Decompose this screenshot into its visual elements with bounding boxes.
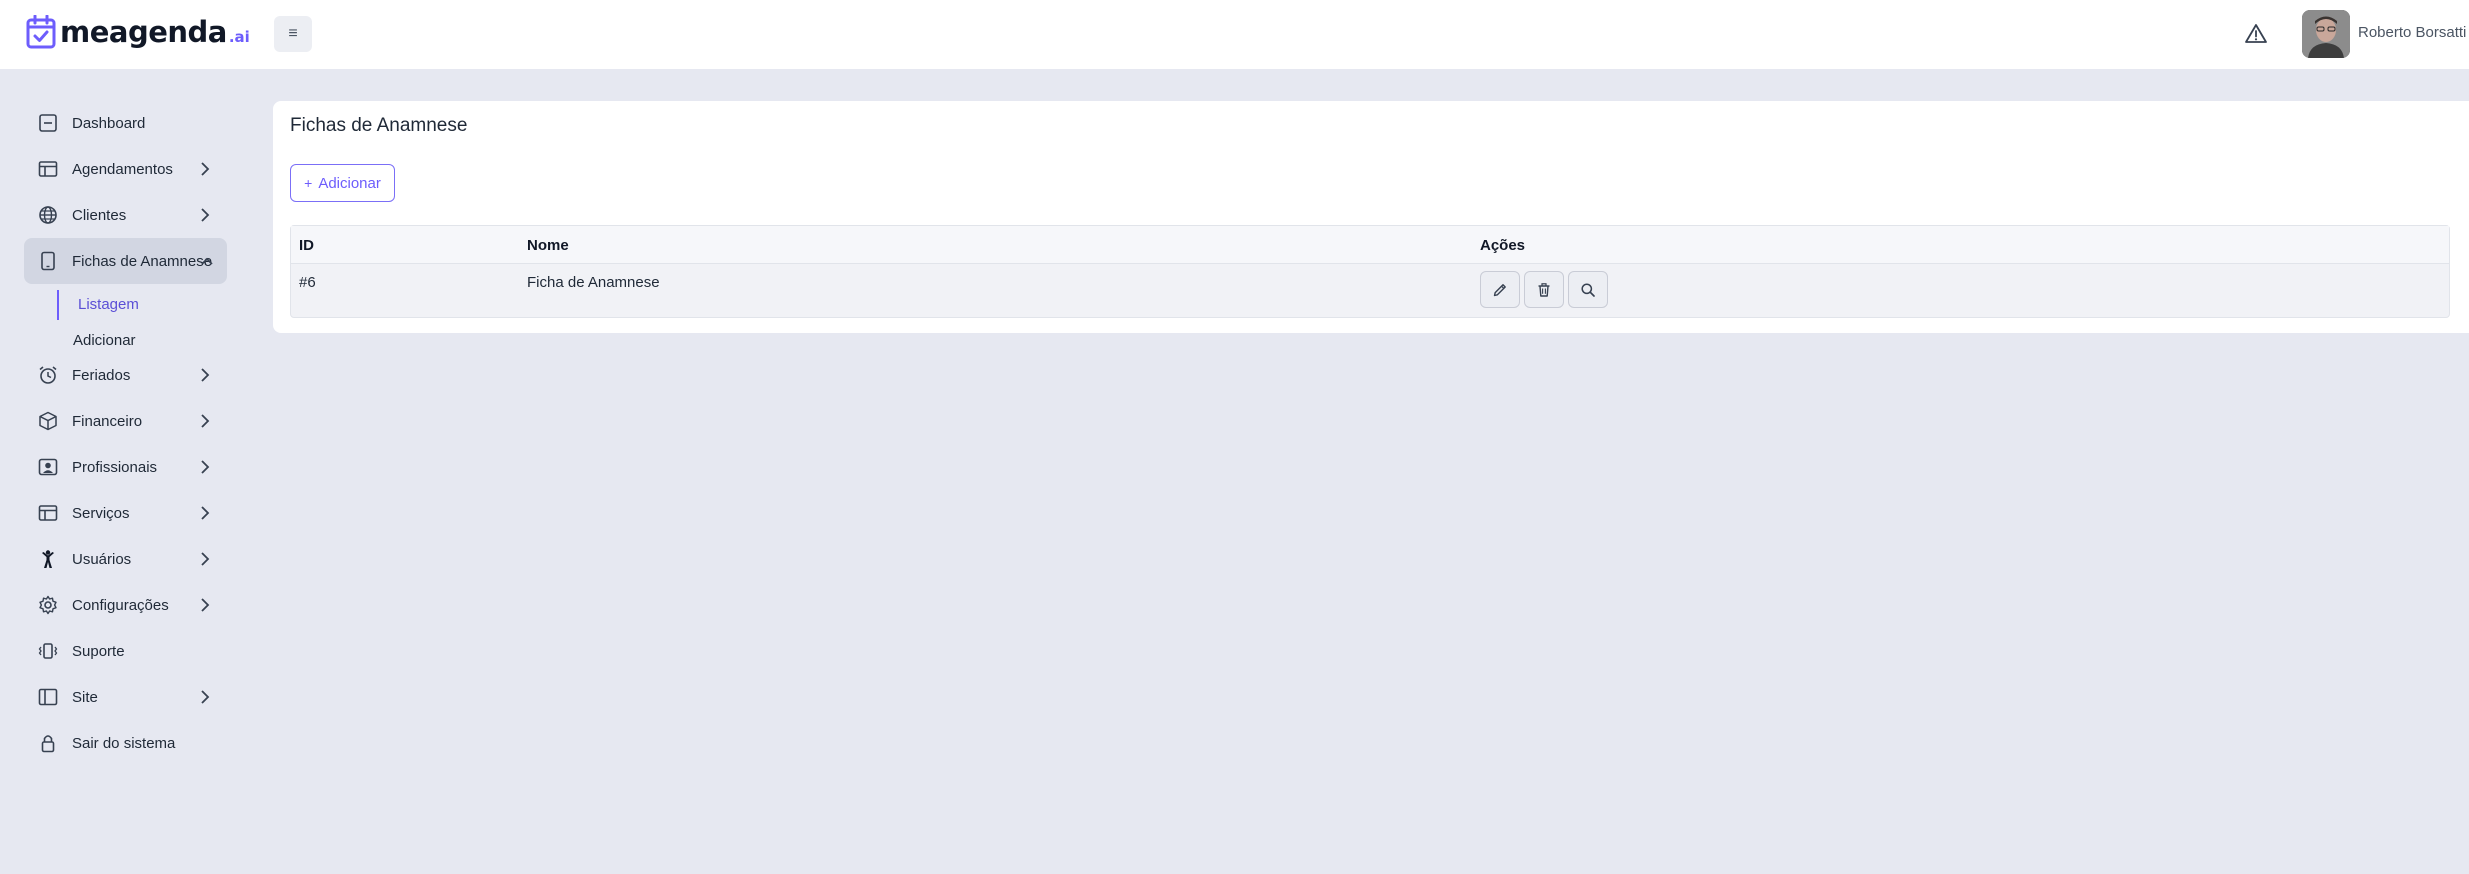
sidebar-item-financeiro[interactable]: Financeiro [24,398,227,444]
tablet-icon [41,251,55,271]
sidebar-item-fichas-de-anamnese[interactable]: Fichas de Anamnese [24,238,227,284]
calendar-check-icon [26,15,56,49]
table-icon [38,161,58,177]
chevron-right-icon [201,414,210,428]
sidebar-item-feriados[interactable]: Feriados [24,352,227,398]
sidebar-item-servicos[interactable]: Serviços [24,490,227,536]
person-icon [42,550,54,568]
user-name[interactable]: Roberto Borsatti [2358,24,2466,41]
logo[interactable]: meagenda .ai [26,12,250,52]
chevron-right-icon [201,208,210,222]
data-table: ID Nome Ações #6 Ficha de Anamnese [290,225,2450,318]
chevron-right-icon [201,460,210,474]
sidebar-item-profissionais[interactable]: Profissionais [24,444,227,490]
sidebar-item-usuarios[interactable]: Usuários [24,536,227,582]
top-header: meagenda .ai ≡ Roberto Borsatti [0,0,2469,69]
search-icon [1581,282,1595,297]
add-button-label: Adicionar [318,174,381,192]
sidebar-item-sair[interactable]: Sair do sistema [24,720,227,766]
sidebar-item-dashboard[interactable]: Dashboard [24,100,227,146]
sidebar-item-label: Usuários [72,550,132,568]
vibrate-phone-icon [38,643,58,659]
sidebar-item-label: Serviços [72,504,130,522]
page-title: Fichas de Anamnese [290,115,468,136]
table-icon [38,505,58,521]
sidebar-item-suporte[interactable]: Suporte [24,628,227,674]
plus-icon: + [304,175,313,191]
chevron-right-icon [201,506,210,520]
view-button[interactable] [1568,271,1608,308]
chevron-right-icon [201,690,210,704]
row-nome: Ficha de Anamnese [527,274,660,291]
sidebar-item-label: Agendamentos [72,160,173,178]
column-header-acoes: Ações [1480,237,1526,254]
sidebar-item-clientes[interactable]: Clientes [24,192,227,238]
add-button[interactable]: + Adicionar [290,164,395,202]
chevron-right-icon [201,598,210,612]
person-card-icon [38,458,58,476]
submenu-fichas: Listagem Adicionar [24,284,227,352]
warning-icon[interactable] [2244,22,2268,46]
column-header-id[interactable]: ID [299,237,314,254]
main-card: Fichas de Anamnese + Adicionar ID Nome A… [273,101,2469,333]
alarm-clock-icon [39,366,57,384]
lock-icon [41,735,55,753]
sidebar-item-configuracoes[interactable]: Configurações [24,582,227,628]
trash-icon [1538,282,1550,297]
delete-button[interactable] [1524,271,1564,308]
sidebar-item-agendamentos[interactable]: Agendamentos [24,146,227,192]
sidebar-item-label: Configurações [72,596,169,614]
submenu-item-adicionar[interactable]: Adicionar [73,332,136,349]
brand-name: meagenda [60,15,227,49]
chevron-right-icon [201,162,210,176]
sidebar-item-label: Suporte [72,642,125,660]
sidebar-item-label: Fichas de Anamnese [72,252,213,270]
sidebar-item-site[interactable]: Site [24,674,227,720]
table-header: ID Nome Ações [291,226,2449,264]
sidebar-item-label: Financeiro [72,412,143,430]
user-photo [2302,10,2350,58]
sidebar: Dashboard Agendamentos Clientes Fichas d… [24,100,227,766]
active-indicator [57,290,59,320]
brand-tld: .ai [228,28,250,46]
globe-icon [39,206,57,224]
dashboard-icon [39,114,57,132]
sidebar-item-label: Site [72,688,98,706]
avatar[interactable] [2302,10,2350,58]
cube-icon [39,411,57,431]
layout-icon [38,688,58,706]
chevron-up-icon [201,257,213,265]
chevron-right-icon [201,552,210,566]
column-header-nome[interactable]: Nome [527,237,569,254]
edit-button[interactable] [1480,271,1520,308]
sidebar-item-label: Dashboard [72,114,146,132]
submenu-item-listagem[interactable]: Listagem [78,296,139,313]
sidebar-item-label: Clientes [72,206,127,224]
sidebar-item-label: Feriados [72,366,131,384]
sidebar-item-label: Profissionais [72,458,158,476]
menu-toggle-button[interactable]: ≡ [274,16,312,52]
pencil-icon [1493,283,1506,296]
row-id: #6 [299,274,316,291]
chevron-right-icon [201,368,210,382]
gear-icon [39,595,57,615]
hamburger-icon: ≡ [288,25,298,42]
sidebar-item-label: Sair do sistema [72,734,176,752]
